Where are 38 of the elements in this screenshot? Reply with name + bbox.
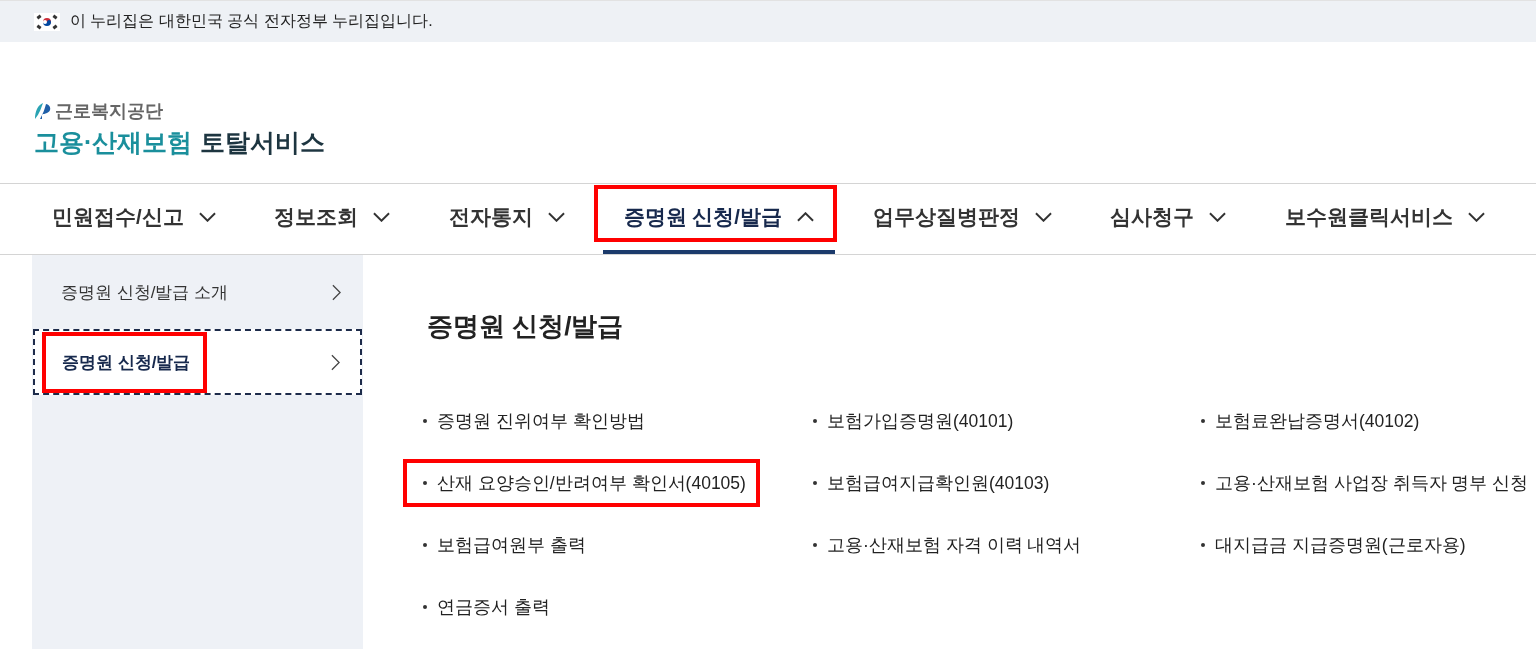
bullet-icon	[1201, 543, 1205, 547]
service-name: 고용·산재보험	[34, 127, 193, 158]
flag-icon	[34, 12, 60, 31]
bullet-icon	[423, 419, 427, 423]
certificate-link[interactable]: 대지급금 지급증명원(근로자용)	[1215, 533, 1466, 557]
org-name: 근로복지공단	[55, 100, 163, 122]
bullet-icon	[1201, 481, 1205, 485]
bullet-icon	[423, 481, 427, 485]
sidebar-item[interactable]: 증명원 신청/발급	[33, 329, 362, 395]
bullet-icon	[813, 543, 817, 547]
certificate-link[interactable]: 산재 요양승인/반려여부 확인서(40105)	[437, 471, 746, 495]
gov-banner-text: 이 누리집은 대한민국 공식 전자정부 누리집입니다.	[70, 11, 433, 31]
bullet-icon	[423, 543, 427, 547]
logo-icon	[34, 102, 52, 120]
certificate-link[interactable]: 고용·산재보험 자격 이력 내역서	[827, 533, 1082, 557]
nav-tab[interactable]: 심사청구	[1089, 184, 1248, 254]
page-heading: 증명원 신청/발급	[426, 310, 625, 343]
bullet-icon	[813, 481, 817, 485]
service-suffix: 토탈서비스	[200, 127, 326, 158]
nav-tab[interactable]: 증명원 신청/발급	[602, 184, 836, 254]
bullet-icon	[1201, 419, 1205, 423]
sidebar-item[interactable]: 증명원 신청/발급 소개	[32, 259, 363, 325]
nav-tab[interactable]: 업무상질병판정	[851, 184, 1073, 254]
bullet-icon	[423, 605, 427, 609]
certificate-link[interactable]: 보험급여원부 출력	[437, 533, 586, 557]
certificate-link[interactable]: 보험료완납증명서(40102)	[1215, 409, 1420, 433]
nav-tab[interactable]: 보수원클릭서비스	[1263, 184, 1506, 254]
certificate-link[interactable]: 고용·산재보험 사업장 취득자 명부 신청	[1215, 471, 1529, 495]
nav-tab[interactable]: 정보조회	[253, 184, 412, 254]
nav-tab[interactable]: 민원접수/신고	[31, 184, 237, 254]
certificate-link[interactable]: 증명원 진위여부 확인방법	[437, 409, 645, 433]
chevron-right-icon	[331, 353, 340, 371]
bullet-icon	[813, 419, 817, 423]
certificate-link[interactable]: 보험가입증명원(40101)	[827, 409, 1014, 433]
certificate-link[interactable]: 연금증서 출력	[437, 595, 550, 619]
certificate-link[interactable]: 보험급여지급확인원(40103)	[827, 471, 1050, 495]
chevron-right-icon	[332, 283, 341, 301]
nav-tab[interactable]: 전자통지	[428, 184, 586, 254]
